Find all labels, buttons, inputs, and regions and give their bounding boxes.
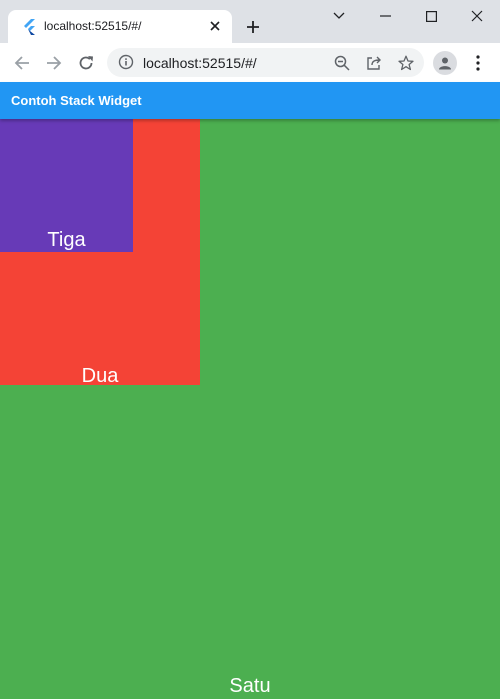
plus-icon[interactable] [242, 16, 264, 38]
box-label-dua: Dua [81, 365, 119, 387]
browser-window: localhost:52515/#/ localhost:52515/#/ Co… [0, 0, 500, 699]
url-text[interactable]: localhost:52515/#/ [143, 55, 257, 71]
stack-container: Satu Dua Tiga [0, 119, 500, 699]
app-bar: Contoh Stack Widget [0, 82, 500, 119]
browser-tab[interactable]: localhost:52515/#/ [8, 10, 232, 43]
close-icon[interactable] [454, 0, 500, 32]
box-label-tiga: Tiga [47, 229, 86, 251]
app-title: Contoh Stack Widget [11, 93, 142, 108]
back-arrow-icon[interactable] [9, 50, 35, 76]
maximize-icon[interactable] [408, 0, 454, 32]
close-icon[interactable] [206, 17, 224, 35]
minimize-icon[interactable] [362, 0, 408, 32]
menu-dots-icon[interactable] [470, 51, 486, 75]
box-label-satu: Satu [229, 675, 271, 697]
tab-strip: localhost:52515/#/ [0, 0, 500, 43]
stack-box-tiga: Tiga [0, 119, 133, 252]
info-icon[interactable] [118, 54, 134, 70]
browser-toolbar: localhost:52515/#/ [0, 43, 500, 82]
share-icon[interactable] [364, 53, 383, 72]
flutter-icon [22, 19, 36, 35]
reload-icon[interactable] [73, 50, 99, 76]
forward-arrow-icon[interactable] [41, 50, 67, 76]
profile-icon[interactable] [433, 51, 457, 75]
chevron-down-icon[interactable] [316, 0, 362, 32]
zoom-icon[interactable] [332, 53, 351, 72]
address-bar[interactable]: localhost:52515/#/ [107, 48, 424, 77]
tab-title: localhost:52515/#/ [44, 19, 142, 33]
star-icon[interactable] [396, 53, 415, 72]
